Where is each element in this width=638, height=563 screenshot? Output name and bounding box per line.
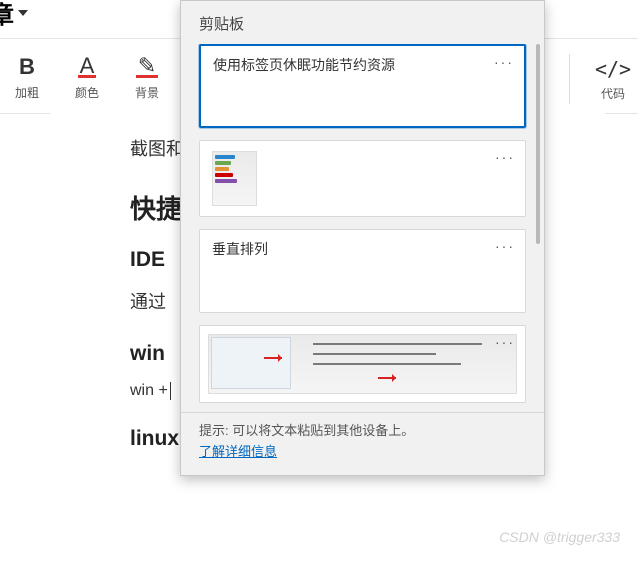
color-label: 颜色 — [75, 84, 99, 101]
clipboard-list[interactable]: 使用标签页休眠功能节约资源 ··· ··· 垂直排列 ··· ··· — [181, 44, 544, 412]
clipboard-panel: 剪贴板 使用标签页休眠功能节约资源 ··· ··· 垂直排列 ··· ··· — [180, 0, 545, 476]
scrollbar[interactable] — [536, 44, 540, 244]
clipboard-title: 剪贴板 — [181, 1, 544, 44]
clipboard-item[interactable]: ··· — [199, 140, 526, 217]
code-button[interactable]: </> 代码 — [588, 57, 638, 102]
clipboard-item[interactable]: 垂直排列 ··· — [199, 229, 526, 313]
bold-icon: B — [19, 54, 35, 80]
clipboard-tip: 提示: 可以将文本粘贴到其他设备上。 — [199, 421, 526, 442]
clipboard-item-text: 垂直排列 — [212, 240, 268, 260]
editor-toolbar-right: </> 代码 — [569, 54, 638, 104]
more-icon[interactable]: ··· — [494, 54, 514, 70]
code-label: 代码 — [601, 85, 625, 102]
bold-button[interactable]: B 加粗 — [2, 54, 52, 101]
more-icon[interactable]: ··· — [495, 334, 515, 350]
clipboard-item-text: 使用标签页休眠功能节约资源 — [213, 56, 395, 76]
background-label: 背景 — [135, 84, 159, 101]
editor-toolbar: B 加粗 A 颜色 ✎ 背景 — [0, 54, 172, 101]
clipboard-footer: 提示: 可以将文本粘贴到其他设备上。 了解详细信息 — [181, 412, 544, 475]
clipboard-item[interactable]: 使用标签页休眠功能节约资源 ··· — [199, 44, 526, 128]
clipboard-item[interactable]: ··· — [199, 325, 526, 403]
text-cursor — [170, 382, 171, 400]
more-icon[interactable]: ··· — [495, 238, 515, 254]
bold-label: 加粗 — [15, 84, 39, 101]
background-icon: ✎ — [136, 54, 158, 80]
code-icon: </> — [595, 57, 631, 81]
color-icon: A — [78, 54, 97, 80]
learn-more-link[interactable]: 了解详细信息 — [199, 444, 277, 459]
color-button[interactable]: A 颜色 — [62, 54, 112, 101]
page-title-fragment: 章 — [0, 0, 14, 30]
divider — [569, 54, 570, 104]
clipboard-thumbnail — [208, 334, 517, 394]
chevron-down-icon[interactable] — [18, 10, 28, 16]
page-header: 章 — [0, 0, 28, 30]
watermark: CSDN @trigger333 — [499, 529, 620, 545]
background-button[interactable]: ✎ 背景 — [122, 54, 172, 101]
more-icon[interactable]: ··· — [495, 149, 515, 165]
clipboard-thumbnail — [212, 151, 257, 206]
